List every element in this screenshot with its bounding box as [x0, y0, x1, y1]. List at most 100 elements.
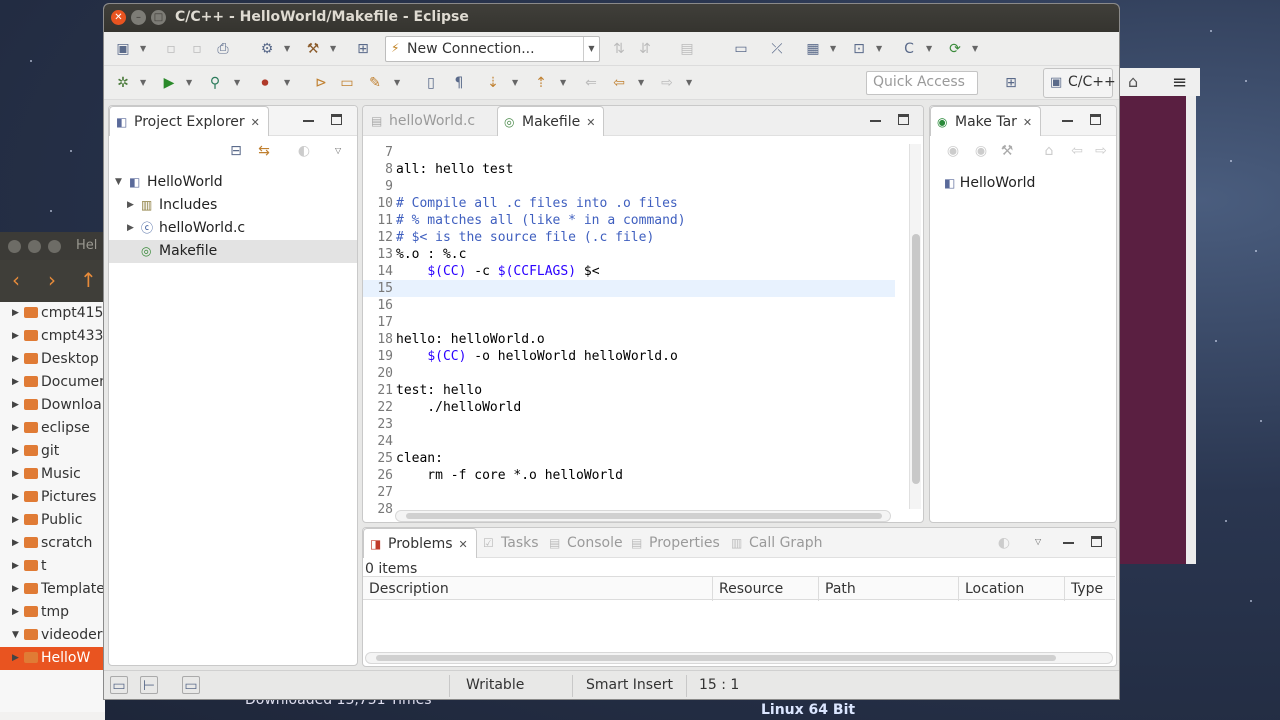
minimize-icon[interactable]	[28, 240, 41, 253]
file-manager-item[interactable]: ▶ cmpt433	[0, 325, 105, 348]
chevron-down-icon[interactable]: ▼	[115, 171, 122, 194]
new-icon[interactable]: ▣	[114, 40, 132, 58]
tree-item[interactable]: ◎ Makefile	[109, 240, 357, 263]
chevron-right-icon[interactable]: ▶	[12, 302, 19, 325]
home-icon[interactable]: ⌂	[1128, 72, 1138, 91]
file-manager-item[interactable]: ▶ cmpt415	[0, 302, 105, 325]
profile-icon[interactable]: ⚲	[206, 74, 224, 92]
tree-item[interactable]: ▼ ◧ HelloWorld	[109, 171, 357, 194]
new-project-icon[interactable]: ▦	[804, 40, 822, 58]
maximize-icon[interactable]	[1090, 114, 1101, 125]
outline-icon[interactable]: ⊢	[140, 676, 158, 694]
close-tab-icon[interactable]: ✕	[1023, 116, 1032, 129]
perspective-button[interactable]: ▣ C/C++	[1043, 68, 1116, 98]
file-manager-item[interactable]: ▶ Pictures	[0, 486, 105, 509]
tab-helloworld-c[interactable]: ▤ helloWorld.c	[365, 106, 483, 136]
maximize-icon[interactable]	[898, 114, 909, 125]
open-folder-icon[interactable]: ▭	[338, 74, 356, 92]
chevron-right-icon[interactable]: ▶	[12, 371, 19, 394]
file-manager-item[interactable]: ▶ eclipse	[0, 417, 105, 440]
file-manager-item[interactable]: ▶ Desktop	[0, 348, 105, 371]
column-description[interactable]: Description	[363, 577, 713, 601]
file-manager-item[interactable]: ▼ videoder	[0, 624, 105, 647]
file-manager-item[interactable]: ▶ git	[0, 440, 105, 463]
search-icon[interactable]: ✎	[366, 74, 384, 92]
open-perspective-icon[interactable]: ⊞	[1002, 74, 1020, 92]
chevron-right-icon[interactable]: ▶	[12, 463, 19, 486]
file-manager-item[interactable]: ▶ HelloW	[0, 647, 105, 670]
build-icon[interactable]: ⚒	[304, 40, 322, 58]
minimize-icon[interactable]	[1063, 542, 1074, 544]
save-all-icon[interactable]: ▫	[188, 40, 206, 58]
close-tab-icon[interactable]: ✕	[586, 116, 595, 129]
minimize-button[interactable]: –	[131, 10, 146, 25]
column-type[interactable]: Type	[1065, 577, 1115, 601]
tab-properties[interactable]: ▤ Properties	[625, 528, 728, 558]
file-manager-item[interactable]: ▶ t	[0, 555, 105, 578]
tab-make-target[interactable]: ◉ Make Tar ✕	[930, 106, 1042, 136]
show-whitespace-icon[interactable]: ¶	[450, 74, 468, 92]
tab-console[interactable]: ▤ Console	[543, 528, 631, 558]
file-manager-item[interactable]: ▶ Template	[0, 578, 105, 601]
new-folder-icon[interactable]: ⊡	[850, 40, 868, 58]
chevron-right-icon[interactable]: ▶	[12, 578, 19, 601]
next-annotation-icon[interactable]: ⇣	[484, 74, 502, 92]
chevron-right-icon[interactable]: ▶	[12, 417, 19, 440]
filter-icon[interactable]: ◐	[295, 142, 313, 160]
make-target-item[interactable]: ◧ HelloWorld	[944, 172, 1035, 195]
file-manager-item[interactable]: ▶ Music	[0, 463, 105, 486]
close-icon[interactable]	[8, 240, 21, 253]
disconnect-icon[interactable]: ⇵	[636, 40, 654, 58]
skip-breakpoints-icon[interactable]: ⤫	[768, 40, 786, 58]
problems-horizontal-scrollbar[interactable]	[365, 652, 1113, 664]
open-console-icon[interactable]: ▭	[732, 40, 750, 58]
maximize-icon[interactable]	[48, 240, 61, 253]
debug-icon[interactable]: ✲	[114, 74, 132, 92]
run-icon[interactable]: ▶	[160, 74, 178, 92]
chevron-right-icon[interactable]: ▶	[127, 194, 134, 217]
up-icon[interactable]: ↑	[80, 268, 97, 292]
minimize-icon[interactable]	[1062, 120, 1073, 122]
collapse-all-icon[interactable]: ⊟	[227, 142, 245, 160]
close-button[interactable]: ✕	[111, 10, 126, 25]
editor-horizontal-scrollbar[interactable]	[395, 510, 891, 522]
column-path[interactable]: Path	[819, 577, 959, 601]
forward-icon[interactable]: ›	[48, 268, 56, 292]
external-tools-icon[interactable]: ⏺	[256, 74, 274, 92]
target-icon[interactable]: ⊞	[354, 40, 372, 58]
connect-icon[interactable]: ⇅	[610, 40, 628, 58]
view-menu-icon[interactable]: ▽	[335, 142, 341, 160]
forward-icon[interactable]: ⇨	[658, 74, 676, 92]
back-icon[interactable]: ⇦	[1068, 142, 1086, 160]
chevron-right-icon[interactable]: ▶	[12, 325, 19, 348]
connection-combo[interactable]: ⚡ New Connection... ▼	[385, 36, 600, 62]
chevron-right-icon[interactable]: ▶	[12, 601, 19, 624]
maximize-icon[interactable]	[1091, 536, 1102, 547]
chevron-right-icon[interactable]: ▶	[12, 486, 19, 509]
tab-problems[interactable]: ◨ Problems ✕	[363, 528, 477, 558]
close-tab-icon[interactable]: ✕	[459, 538, 468, 551]
quick-access-input[interactable]: Quick Access	[866, 71, 978, 95]
filter-icon[interactable]: ◐	[995, 534, 1013, 552]
build-target-icon[interactable]: ◉	[972, 142, 990, 160]
run-config-icon[interactable]: ⟳	[946, 40, 964, 58]
prev-annotation-icon[interactable]: ⇡	[532, 74, 550, 92]
column-resource[interactable]: Resource	[713, 577, 819, 601]
file-manager-item[interactable]: ▶ tmp	[0, 601, 105, 624]
link-editor-icon[interactable]: ⇆	[255, 142, 273, 160]
tab-makefile[interactable]: ◎ Makefile ✕	[497, 106, 605, 136]
editor-vertical-scrollbar[interactable]	[909, 144, 921, 509]
home-icon[interactable]: ⌂	[1040, 142, 1058, 160]
file-manager-item[interactable]: ▶ Documen	[0, 371, 108, 394]
view-menu-icon[interactable]: ▽	[1035, 533, 1041, 551]
tree-item[interactable]: ▶ ⓒ helloWorld.c	[109, 217, 357, 240]
file-manager-item[interactable]: ▶ scratch	[0, 532, 105, 555]
tree-item[interactable]: ▶ ▥ Includes	[109, 194, 357, 217]
file-manager-item[interactable]: ▶ Public	[0, 509, 105, 532]
edit-target-icon[interactable]: ⚒	[998, 142, 1016, 160]
chevron-right-icon[interactable]: ▶	[12, 555, 19, 578]
back-icon[interactable]: ⇦	[610, 74, 628, 92]
back-icon[interactable]: ‹	[12, 268, 20, 292]
column-location[interactable]: Location	[959, 577, 1065, 601]
fast-view-icon[interactable]: ▭	[110, 676, 128, 694]
